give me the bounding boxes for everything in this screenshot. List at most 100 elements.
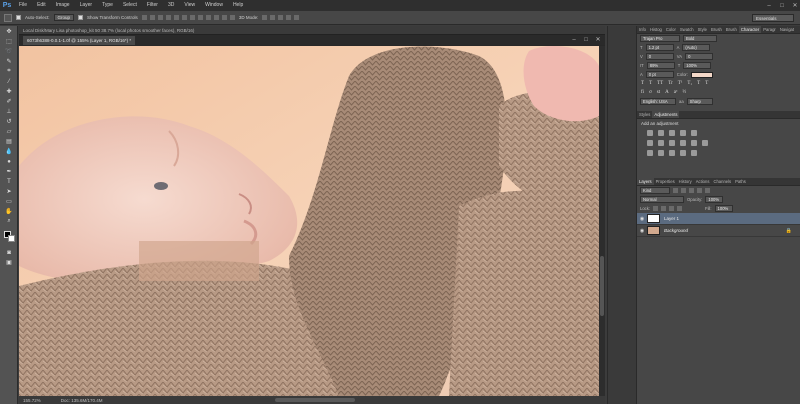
curves-icon[interactable] (669, 130, 675, 136)
faux-italic-button[interactable]: T (649, 81, 652, 86)
distribute-top-icon[interactable] (189, 15, 195, 20)
healing-brush-tool-icon[interactable]: ✚ (4, 87, 14, 96)
kerning-field[interactable]: 0 (645, 53, 674, 60)
minimize-icon[interactable]: – (766, 3, 772, 9)
doc-restore-icon[interactable]: □ (583, 37, 589, 43)
menu-file[interactable]: File (14, 0, 32, 11)
pen-tool-icon[interactable]: ✒ (4, 167, 14, 176)
lock-position-icon[interactable] (669, 206, 675, 211)
history-brush-tool-icon[interactable]: ↺ (4, 117, 14, 126)
text-color-swatch[interactable] (690, 71, 713, 78)
3d-scale-icon[interactable] (294, 15, 300, 20)
align-bottom-icon[interactable] (157, 15, 163, 20)
menu-select[interactable]: Select (118, 0, 142, 11)
selective-color-icon[interactable] (691, 150, 697, 156)
swash-button[interactable]: st (657, 90, 660, 95)
tab-paths[interactable]: Paths (733, 178, 748, 185)
language-select[interactable]: English: USA (640, 98, 676, 105)
menu-help[interactable]: Help (228, 0, 248, 11)
alternates-button[interactable]: A (665, 90, 669, 95)
underline-button[interactable]: T (697, 81, 700, 86)
distribute-right-icon[interactable] (229, 15, 235, 20)
brush-tool-icon[interactable]: ✐ (4, 97, 14, 106)
anti-alias-select[interactable]: Sharp (686, 98, 713, 105)
align-top-icon[interactable] (141, 15, 147, 20)
color-lookup-icon[interactable] (702, 140, 708, 146)
tab-properties[interactable]: Properties (654, 178, 677, 185)
move-tool-icon[interactable]: ✥ (4, 27, 14, 36)
horizontal-scale-field[interactable]: 100% (683, 62, 712, 69)
menu-3d[interactable]: 3D (163, 0, 179, 11)
font-style-select[interactable]: Bold (683, 35, 717, 42)
3d-rotate-icon[interactable] (262, 15, 268, 20)
workspace-dropdown[interactable]: Essentials (752, 14, 794, 22)
distribute-left-icon[interactable] (213, 15, 219, 20)
font-size-field[interactable]: 1.2 pt (645, 44, 674, 51)
doc-close-icon[interactable]: ✕ (595, 37, 601, 43)
tab-layers[interactable]: Layers (637, 178, 654, 185)
blend-mode-select[interactable]: Normal (640, 196, 684, 203)
distribute-vcenter-icon[interactable] (197, 15, 203, 20)
align-hcenter-icon[interactable] (173, 15, 179, 20)
move-tool-icon[interactable] (4, 13, 12, 22)
lock-pixels-icon[interactable] (661, 206, 667, 211)
layer-name[interactable]: Background (664, 228, 688, 233)
dodge-tool-icon[interactable]: ● (4, 157, 14, 166)
faux-bold-button[interactable]: T (641, 81, 644, 86)
eraser-tool-icon[interactable]: ▱ (4, 127, 14, 136)
blur-tool-icon[interactable]: 💧 (4, 147, 14, 156)
gradient-tool-icon[interactable]: ▤ (4, 137, 14, 146)
ordinals-button[interactable]: aᵃ (674, 90, 678, 95)
distribute-bottom-icon[interactable] (205, 15, 211, 20)
align-vcenter-icon[interactable] (149, 15, 155, 20)
crop-tool-icon[interactable]: ⌗ (4, 67, 14, 76)
background-color-swatch[interactable] (8, 235, 15, 242)
levels-icon[interactable] (658, 130, 664, 136)
distribute-hcenter-icon[interactable] (221, 15, 227, 20)
tab-paragraph[interactable]: Paragr (761, 26, 778, 33)
filter-smart-object-icon[interactable] (705, 188, 710, 193)
maximize-icon[interactable]: □ (779, 3, 785, 9)
quick-mask-icon[interactable]: ◙ (4, 248, 14, 257)
tab-navigator[interactable]: Navigat (778, 26, 796, 33)
tab-history[interactable]: History (677, 178, 694, 185)
tab-styles[interactable]: Style (696, 26, 709, 33)
subscript-button[interactable]: T₁ (687, 81, 692, 86)
3d-pan-icon[interactable] (278, 15, 284, 20)
tab-character[interactable]: Character (738, 26, 762, 33)
align-left-icon[interactable] (165, 15, 171, 20)
fill-field[interactable]: 100% (714, 205, 733, 212)
tab-actions[interactable]: Actions (694, 178, 712, 185)
tab-brush-presets[interactable]: Brush (724, 26, 739, 33)
small-caps-button[interactable]: Tr (668, 81, 673, 86)
fractions-button[interactable]: ½ (682, 90, 686, 95)
hue-saturation-icon[interactable] (647, 140, 653, 146)
type-tool-icon[interactable]: T (4, 177, 14, 186)
leading-field[interactable]: (Auto) (682, 44, 711, 51)
font-family-select[interactable]: Trajan Pro (640, 35, 680, 42)
gradient-map-icon[interactable] (680, 150, 686, 156)
tab-color[interactable]: Color (664, 26, 678, 33)
shape-tool-icon[interactable]: ▭ (4, 197, 14, 206)
align-right-icon[interactable] (181, 15, 187, 20)
brightness-contrast-icon[interactable] (647, 130, 653, 136)
vertical-scroll-thumb[interactable] (600, 256, 604, 316)
black-white-icon[interactable] (669, 140, 675, 146)
document-tab[interactable]: 6073h6388-0.0.1-1.0f @ 155% (Layer 1, RG… (23, 36, 136, 45)
tab-brush[interactable]: Brush (709, 26, 724, 33)
tab-adjustments[interactable]: Adjustments (652, 111, 680, 118)
filter-type-icon[interactable] (689, 188, 694, 193)
superscript-button[interactable]: T¹ (678, 81, 683, 86)
marquee-tool-icon[interactable]: ⬚ (4, 37, 14, 46)
doc-minimize-icon[interactable]: – (571, 37, 577, 43)
image-canvas[interactable] (19, 46, 599, 396)
filter-pixel-icon[interactable] (673, 188, 678, 193)
zoom-tool-icon[interactable]: ⌕ (4, 217, 14, 226)
vibrance-icon[interactable] (691, 130, 697, 136)
lock-all-icon[interactable] (677, 206, 683, 211)
3d-roll-icon[interactable] (270, 15, 276, 20)
old-style-button[interactable]: σ (649, 90, 652, 95)
clone-stamp-tool-icon[interactable]: ⊥ (4, 107, 14, 116)
baseline-shift-field[interactable]: 0 pt (645, 71, 674, 78)
lasso-tool-icon[interactable]: ➰ (4, 47, 14, 56)
